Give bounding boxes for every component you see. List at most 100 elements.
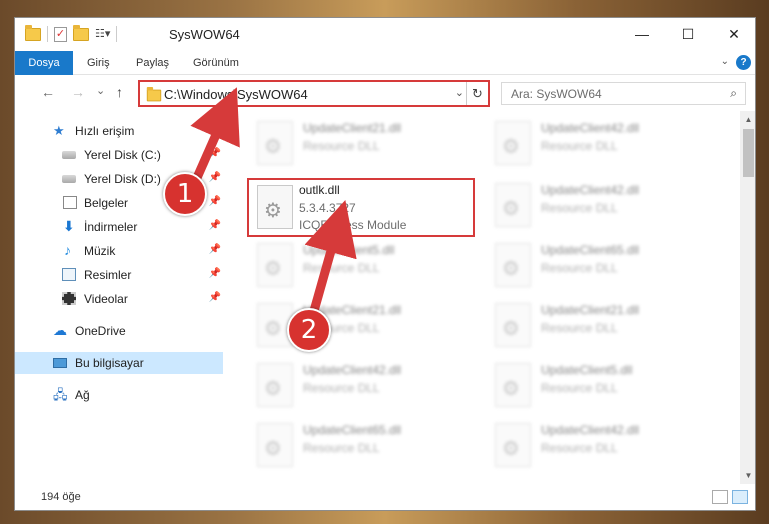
pin-icon[interactable]: 📌	[209, 244, 221, 255]
file-name: UpdateClient5.dll	[541, 363, 633, 377]
address-bar[interactable]: C:\Windows\SysWOW64 ⌄ ↻	[138, 80, 490, 107]
documents-icon	[63, 196, 77, 209]
chevron-down-icon[interactable]: ⌄	[455, 86, 464, 99]
search-input[interactable]: Ara: SysWOW64 ⌕	[501, 82, 746, 105]
file-description: ICQExpress Module	[299, 218, 407, 232]
sidebar-item-quick-access[interactable]: ★ Hızlı erişim	[15, 120, 223, 142]
file-tile[interactable]: UpdateClient42.dll Resource DLL	[487, 179, 722, 235]
disk-icon	[62, 175, 76, 183]
up-button[interactable]: ↑	[116, 84, 123, 100]
tab-view[interactable]: Görünüm	[193, 51, 239, 75]
sidebar-item-label: Yerel Disk (C:)	[84, 148, 161, 162]
title-bar: ✓ ☷▾ SysWOW64 — ☐ ✕	[15, 18, 755, 51]
dll-file-icon	[495, 363, 531, 407]
file-tile[interactable]: UpdateClient42.dll Resource DLL	[487, 117, 722, 173]
dll-file-icon	[495, 423, 531, 467]
sidebar-item-downloads[interactable]: ⬇ İndirmeler 📌	[15, 216, 223, 238]
file-name: UpdateClient42.dll	[541, 183, 640, 197]
file-tile-outlk[interactable]: outlk.dll 5.3.4.3727 ICQExpress Module	[247, 178, 475, 237]
search-icon[interactable]: ⌕	[730, 86, 737, 101]
quick-access-toolbar: ✓ ☷▾	[25, 24, 117, 42]
close-button[interactable]: ✕	[711, 18, 755, 51]
pin-icon[interactable]: 📌	[209, 172, 221, 183]
file-tile[interactable]: UpdateClient21.dll Resource DLL	[249, 117, 484, 173]
sidebar-item-videos[interactable]: Videolar 📌	[15, 288, 223, 310]
window-title: SysWOW64	[169, 27, 240, 42]
file-tile[interactable]: UpdateClient5.dll Resource DLL	[487, 359, 722, 415]
minimize-button[interactable]: —	[619, 18, 665, 51]
sidebar-item-onedrive[interactable]: ☁ OneDrive	[15, 320, 223, 342]
sidebar-item-label: Hızlı erişim	[75, 124, 135, 138]
file-name: UpdateClient65.dll	[303, 423, 402, 437]
sidebar-item-this-pc[interactable]: Bu bilgisayar	[15, 352, 223, 374]
file-name: UpdateClient65.dll	[541, 243, 640, 257]
details-view-icon[interactable]	[712, 490, 728, 504]
file-description: Resource DLL	[541, 441, 618, 455]
navigation-bar: ← → ⌄ ↑ C:\Windows\SysWOW64 ⌄ ↻ Ara: Sys…	[15, 76, 755, 110]
file-tile[interactable]: UpdateClient65.dll Resource DLL	[249, 419, 484, 475]
customize-toolbar-icon[interactable]: ☷▾	[95, 28, 110, 41]
scroll-down-icon[interactable]: ▼	[740, 467, 755, 484]
download-icon: ⬇	[63, 218, 75, 234]
computer-icon	[53, 358, 67, 368]
scroll-up-icon[interactable]: ▲	[740, 111, 755, 128]
properties-check-icon[interactable]: ✓	[54, 26, 67, 42]
dll-file-icon	[257, 243, 293, 287]
sidebar-item-label: Videolar	[84, 292, 128, 306]
file-tile[interactable]: UpdateClient65.dll Resource DLL	[487, 239, 722, 295]
file-name: UpdateClient42.dll	[541, 423, 640, 437]
tab-share[interactable]: Paylaş	[136, 51, 169, 75]
file-name: outlk.dll	[299, 183, 340, 197]
disk-icon	[62, 151, 76, 159]
recent-locations-button[interactable]: ⌄	[96, 84, 105, 97]
navigation-pane: ★ Hızlı erişim Yerel Disk (C:) 📌 Yerel D…	[15, 111, 225, 484]
file-description: Resource DLL	[541, 261, 618, 275]
dll-file-icon	[495, 183, 531, 227]
dll-file-icon	[257, 423, 293, 467]
tab-file[interactable]: Dosya	[15, 51, 73, 75]
file-description: Resource DLL	[541, 139, 618, 153]
pin-icon[interactable]: 📌	[209, 148, 221, 159]
star-icon: ★	[53, 123, 65, 138]
scrollbar-thumb[interactable]	[743, 129, 754, 177]
new-folder-icon[interactable]	[73, 24, 89, 41]
sidebar-item-drive-c[interactable]: Yerel Disk (C:) 📌	[15, 144, 223, 166]
dll-file-icon	[495, 303, 531, 347]
sidebar-item-label: OneDrive	[75, 324, 126, 338]
file-tile[interactable]: UpdateClient5.dll Resource DLL	[249, 239, 484, 295]
forward-button[interactable]: →	[71, 84, 85, 100]
tiles-view-icon[interactable]	[732, 490, 748, 504]
chevron-down-icon[interactable]: ⌄	[721, 56, 729, 67]
address-path[interactable]: C:\Windows\SysWOW64	[164, 87, 308, 102]
item-count: 194 öğe	[41, 491, 81, 503]
file-description: Resource DLL	[541, 381, 618, 395]
pin-icon[interactable]: 📌	[209, 196, 221, 207]
pin-icon[interactable]: 📌	[209, 220, 221, 231]
sidebar-item-pictures[interactable]: Resimler 📌	[15, 264, 223, 286]
refresh-button[interactable]: ↻	[466, 82, 488, 105]
file-version: 5.3.4.3727	[299, 201, 356, 215]
pin-icon[interactable]: 📌	[209, 292, 221, 303]
tab-home[interactable]: Giriş	[87, 51, 110, 75]
pin-icon[interactable]: 📌	[209, 268, 221, 279]
file-tile[interactable]: UpdateClient42.dll Resource DLL	[249, 359, 484, 415]
sidebar-item-music[interactable]: ♪ Müzik 📌	[15, 240, 223, 262]
file-description: Resource DLL	[541, 201, 618, 215]
file-tile[interactable]: UpdateClient21.dll Resource DLL	[249, 299, 484, 355]
dll-file-icon	[495, 121, 531, 165]
file-description: Resource DLL	[303, 139, 380, 153]
vertical-scrollbar[interactable]: ▲ ▼	[740, 111, 755, 484]
dll-file-icon	[257, 185, 293, 229]
sidebar-item-label: Bu bilgisayar	[75, 356, 144, 370]
maximize-button[interactable]: ☐	[665, 18, 711, 51]
file-tile[interactable]: UpdateClient42.dll Resource DLL	[487, 419, 722, 475]
file-list: UpdateClient21.dll Resource DLL outlk.dl…	[227, 111, 740, 484]
sidebar-item-network[interactable]: 🖧 Ağ	[15, 384, 223, 406]
file-description: Resource DLL	[303, 381, 380, 395]
back-button[interactable]: ←	[41, 84, 55, 100]
folder-icon	[25, 24, 41, 41]
file-name: UpdateClient42.dll	[303, 363, 402, 377]
file-description: Resource DLL	[303, 261, 380, 275]
file-tile[interactable]: UpdateClient21.dll Resource DLL	[487, 299, 722, 355]
help-icon[interactable]: ?	[736, 55, 751, 70]
